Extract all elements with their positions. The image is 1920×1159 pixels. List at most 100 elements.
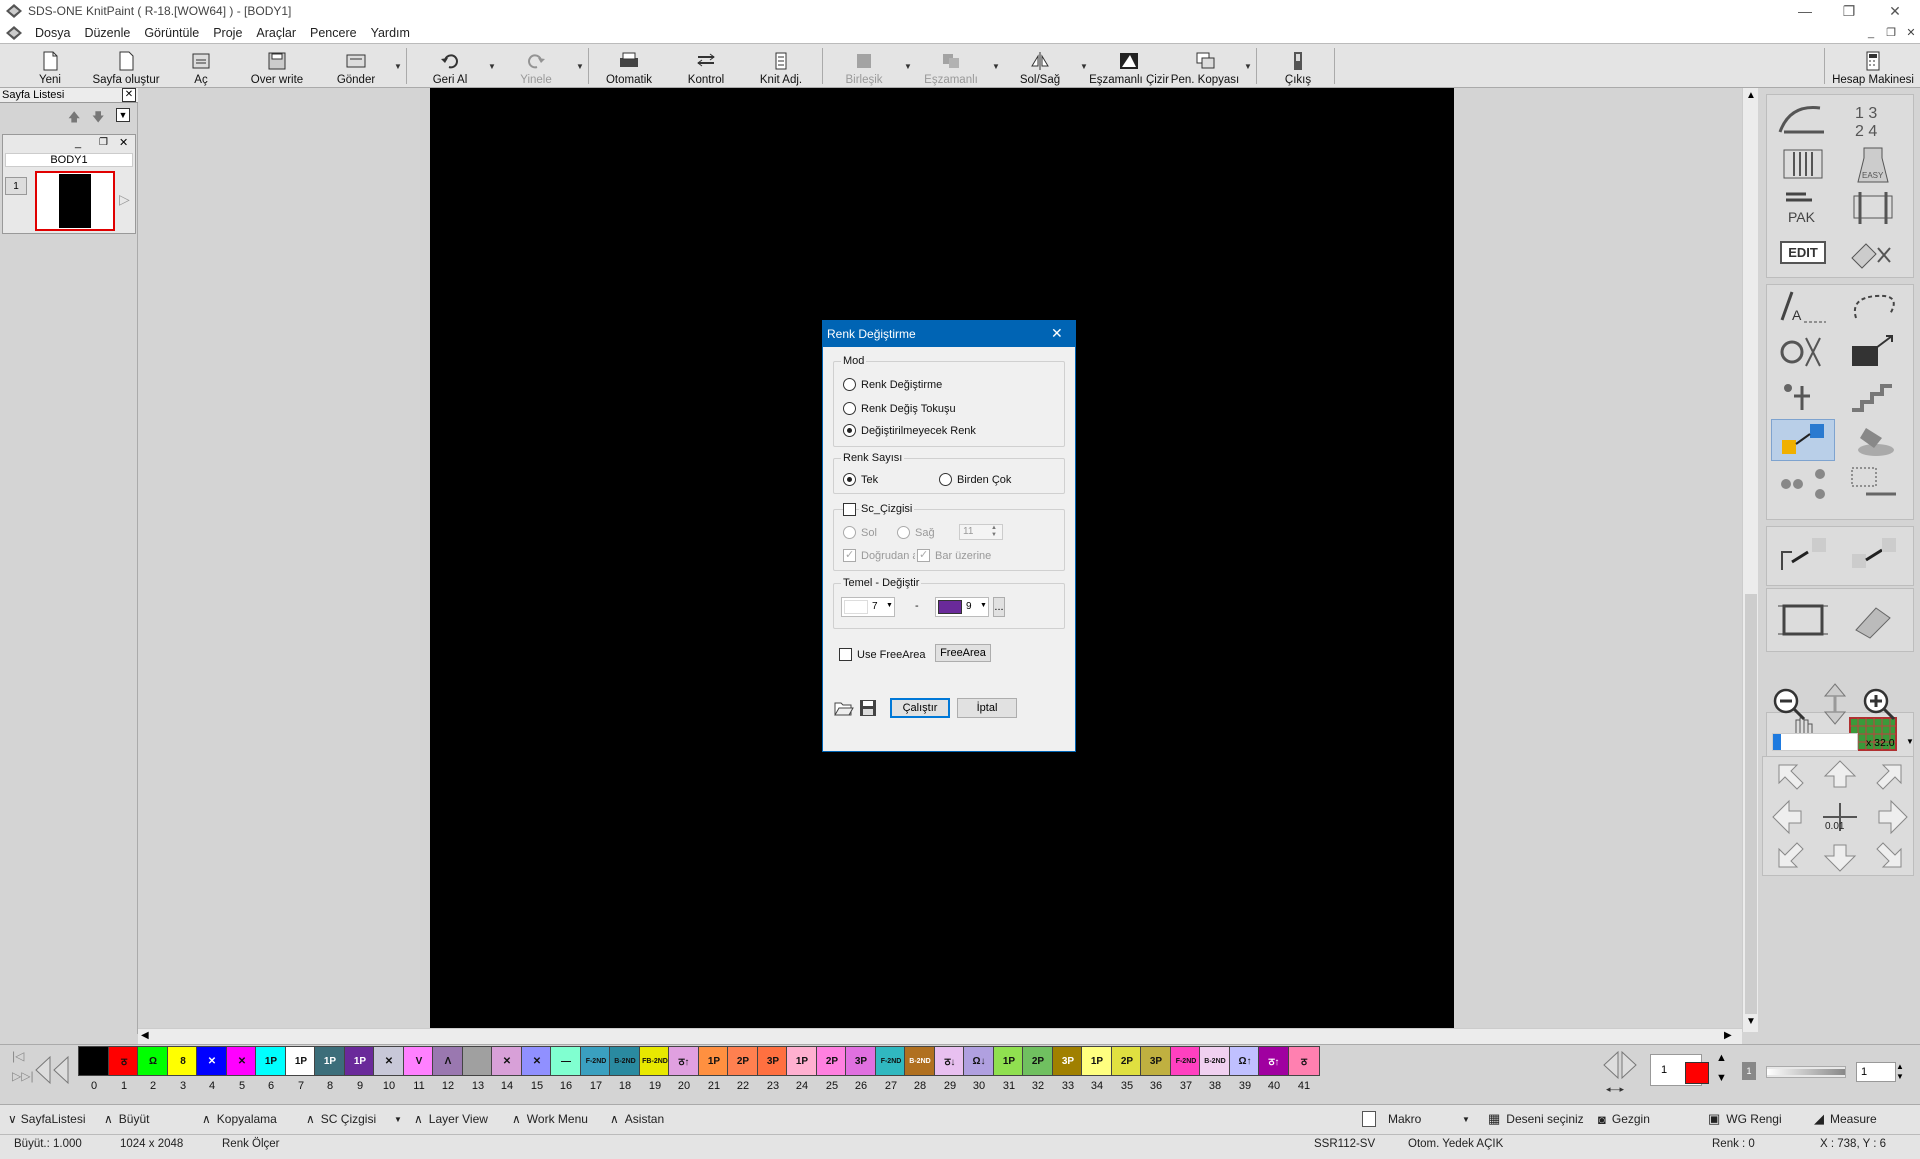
palette-swatch-35[interactable]: 2P bbox=[1111, 1046, 1143, 1076]
undo-button[interactable]: Geri Al bbox=[430, 46, 470, 86]
send-dropdown-icon[interactable]: ▼ bbox=[394, 62, 402, 71]
thumb-minimize-icon[interactable]: _ bbox=[75, 137, 81, 149]
palette-swatch-33[interactable]: 3P bbox=[1052, 1046, 1084, 1076]
palette-swatch-37[interactable]: F-2ND bbox=[1170, 1046, 1202, 1076]
mdi-restore-icon[interactable]: ❐ bbox=[1884, 26, 1898, 40]
palette-swatch-39[interactable]: Ω↑ bbox=[1229, 1046, 1261, 1076]
palette-swatch-38[interactable]: B-2ND bbox=[1199, 1046, 1231, 1076]
nav-right-icon[interactable] bbox=[1877, 799, 1909, 838]
thumbnail-next-icon[interactable]: ▷ bbox=[119, 191, 130, 208]
sync-dropdown-icon[interactable]: ▼ bbox=[992, 62, 1000, 71]
macro-dropdown-icon[interactable]: ▼ bbox=[1462, 1104, 1470, 1134]
page-number[interactable]: 1 bbox=[5, 177, 27, 195]
color-picker-button[interactable]: ... bbox=[993, 597, 1005, 617]
scroll-up-icon[interactable]: ▲ bbox=[1746, 90, 1756, 101]
frame-tool[interactable] bbox=[1771, 599, 1835, 641]
dialog-titlebar[interactable]: Renk Değiştirme ✕ bbox=[823, 321, 1075, 347]
menu-pencere[interactable]: Pencere bbox=[303, 26, 364, 40]
zoom-slider-thumb[interactable] bbox=[1773, 734, 1781, 750]
palette-swatch-5[interactable]: ✕ bbox=[226, 1046, 258, 1076]
palette-swatch-16[interactable]: — bbox=[550, 1046, 582, 1076]
palette-swatch-25[interactable]: 2P bbox=[816, 1046, 848, 1076]
merge-button[interactable]: Birleşik bbox=[842, 46, 886, 86]
multiple-radio[interactable] bbox=[939, 473, 952, 486]
layer-spin-icon[interactable]: ▲ ▼ bbox=[1896, 1062, 1904, 1082]
sync-draw-button[interactable]: Eşzamanlı Çizir bbox=[1089, 46, 1169, 86]
palette-swatch-9[interactable]: 1P bbox=[344, 1046, 376, 1076]
thumb-restore-icon[interactable]: ❐ bbox=[99, 137, 108, 148]
palette-swatch-0[interactable] bbox=[78, 1046, 110, 1076]
palette-swatch-24[interactable]: 1P bbox=[786, 1046, 818, 1076]
palette-swatch-10[interactable]: ✕ bbox=[373, 1046, 405, 1076]
palette-swatch-26[interactable]: 3P bbox=[845, 1046, 877, 1076]
menu-yardim[interactable]: Yardım bbox=[364, 26, 417, 40]
work-menu-toggle[interactable]: ∧ Work Menu bbox=[512, 1104, 588, 1134]
move-tool[interactable] bbox=[1771, 533, 1835, 575]
palette-swatch-29[interactable]: ठ↓ bbox=[934, 1046, 966, 1076]
palette-swatch-4[interactable]: ✕ bbox=[196, 1046, 228, 1076]
exit-button[interactable]: Çıkış bbox=[1284, 46, 1312, 86]
grid-tool[interactable] bbox=[1841, 463, 1905, 505]
nav-left-icon[interactable] bbox=[1771, 799, 1803, 838]
palette-last-icon[interactable]: ▷▷| bbox=[12, 1069, 34, 1083]
dialog-close-icon[interactable]: ✕ bbox=[1051, 325, 1063, 342]
eraser-tool[interactable] bbox=[1841, 599, 1905, 641]
pak-tool[interactable]: PAK bbox=[1771, 187, 1835, 229]
color-change-tool[interactable] bbox=[1771, 419, 1835, 461]
pattern-tree-tool[interactable] bbox=[1771, 375, 1835, 417]
auto-button[interactable]: Otomatik bbox=[602, 46, 656, 86]
mode-color-swap-radio[interactable] bbox=[843, 402, 856, 415]
send-button[interactable]: Gönder bbox=[334, 46, 378, 86]
scroll-left-icon[interactable]: ◀ bbox=[141, 1030, 149, 1041]
select-pattern-button[interactable]: ▦ Deseni seçiniz bbox=[1488, 1104, 1584, 1134]
zoom-dropdown-icon[interactable]: ▼ bbox=[1906, 737, 1914, 746]
palette-swatch-17[interactable]: F-2ND bbox=[580, 1046, 612, 1076]
nav-down-left-icon[interactable] bbox=[1775, 841, 1805, 874]
palette-swatch-12[interactable]: Λ bbox=[432, 1046, 464, 1076]
easy-tool[interactable]: EASY bbox=[1841, 143, 1905, 185]
palette-swatch-7[interactable]: 1P bbox=[285, 1046, 317, 1076]
use-freearea-checkbox[interactable] bbox=[839, 648, 852, 661]
tension-tool[interactable] bbox=[1841, 187, 1905, 229]
palette-swatch-15[interactable]: ✕ bbox=[521, 1046, 553, 1076]
mode-color-change-radio[interactable] bbox=[843, 378, 856, 391]
cancel-button[interactable]: İptal bbox=[957, 698, 1017, 718]
sc-dropdown-icon[interactable]: ▼ bbox=[394, 1104, 402, 1134]
zoom-out-icon[interactable] bbox=[1770, 685, 1810, 728]
knitting-tool[interactable] bbox=[1771, 99, 1835, 141]
new-button[interactable]: Yeni bbox=[30, 46, 70, 86]
target-color-dropdown-icon[interactable]: ▼ bbox=[980, 602, 987, 609]
palette-swatch-30[interactable]: Ω↓ bbox=[963, 1046, 995, 1076]
mdi-close-icon[interactable]: ✕ bbox=[1904, 26, 1918, 40]
left-right-button[interactable]: Sol/Sağ bbox=[1014, 46, 1066, 86]
measure-button[interactable]: ◢ Measure bbox=[1814, 1104, 1877, 1134]
page-list-close-icon[interactable]: ✕ bbox=[122, 88, 136, 102]
color-down-icon[interactable]: ▼ bbox=[1716, 1072, 1727, 1084]
close-icon[interactable]: ✕ bbox=[1872, 0, 1918, 22]
restore-icon[interactable]: ❐ bbox=[1826, 0, 1872, 22]
palette-swatch-21[interactable]: 1P bbox=[698, 1046, 730, 1076]
palette-swatch-1[interactable]: ठ bbox=[108, 1046, 140, 1076]
undo-dropdown-icon[interactable]: ▼ bbox=[488, 62, 496, 71]
merge-dropdown-icon[interactable]: ▼ bbox=[904, 62, 912, 71]
vertical-scrollbar[interactable]: ▲ ▼ bbox=[1742, 88, 1758, 1032]
cut-tool[interactable] bbox=[1771, 331, 1835, 373]
text-tool[interactable]: A bbox=[1771, 287, 1835, 329]
wg-color-button[interactable]: ▣ WG Rengi bbox=[1708, 1104, 1782, 1134]
palette-swatch-40[interactable]: ठ↑ bbox=[1258, 1046, 1290, 1076]
nav-down-icon[interactable] bbox=[1823, 843, 1857, 876]
resize-tool[interactable] bbox=[1841, 331, 1905, 373]
redo-dropdown-icon[interactable]: ▼ bbox=[576, 62, 584, 71]
color-up-icon[interactable]: ▲ bbox=[1716, 1052, 1727, 1064]
open-button[interactable]: Aç bbox=[186, 46, 216, 86]
palette-swatch-6[interactable]: 1P bbox=[255, 1046, 287, 1076]
palette-swatch-19[interactable]: FB-2ND bbox=[639, 1046, 671, 1076]
window-copy-dropdown-icon[interactable]: ▼ bbox=[1244, 62, 1252, 71]
layer-value-input[interactable]: 1 bbox=[1856, 1062, 1896, 1082]
move-down-icon[interactable]: 🡇 bbox=[92, 108, 104, 129]
palette-next-icon[interactable] bbox=[1600, 1050, 1640, 1083]
palette-swatch-41[interactable]: ठ bbox=[1288, 1046, 1320, 1076]
sc-line-toggle[interactable]: ∧ SC Çizgisi bbox=[306, 1104, 376, 1134]
save-settings-icon[interactable] bbox=[859, 699, 877, 720]
move-up-icon[interactable]: 🡅 bbox=[68, 108, 80, 129]
